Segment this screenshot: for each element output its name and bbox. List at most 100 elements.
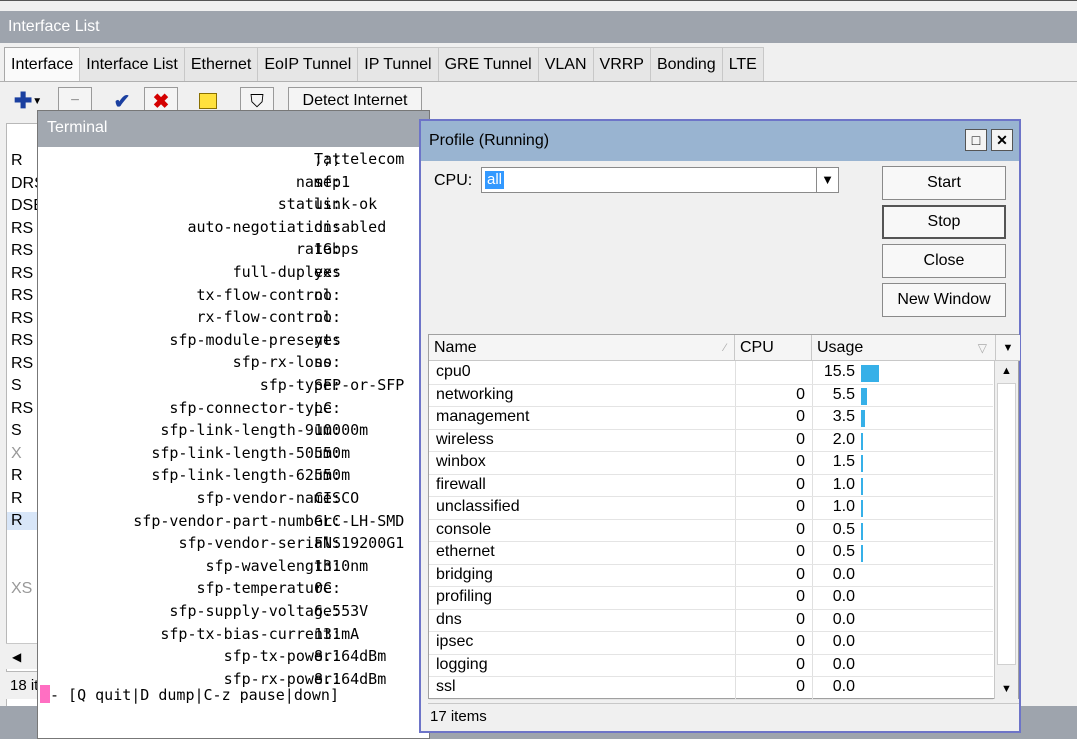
- tab-bonding[interactable]: Bonding: [649, 47, 723, 81]
- cell-cpu: 0: [796, 588, 805, 605]
- table-row[interactable]: networking 0 5.5: [429, 385, 993, 407]
- table-row[interactable]: ipsec 0 0.0: [429, 632, 993, 655]
- flag-cell: RS: [11, 265, 34, 282]
- terminal-line: sfp-type: SFP-or-SFP: [38, 374, 429, 396]
- cell-name: profiling: [436, 588, 493, 605]
- tab-interface-list[interactable]: Interface List: [79, 47, 185, 81]
- vertical-scrollbar[interactable]: ▲ ▼: [994, 361, 1018, 699]
- table-row[interactable]: winbox 0 1.5: [429, 452, 993, 475]
- cell-cpu: 0: [796, 430, 805, 448]
- terminal-line: sfp-link-length-9um: 10000m: [38, 419, 429, 441]
- terminal-line-key: sfp-link-length-62um:: [151, 466, 341, 485]
- column-menu-icon[interactable]: ▼: [996, 335, 1020, 361]
- terminal-line: sfp-connector-type: LC: [38, 397, 429, 419]
- profile-table: Name ⁄ CPU Usage ▽ ▼ cpu0 15.5 networking 0 5.…: [428, 334, 1020, 700]
- cell-cpu: 0: [796, 453, 805, 470]
- table-row[interactable]: ssl 0 0.0: [429, 677, 993, 700]
- terminal-line: sfp-vendor-name: CISCO: [38, 487, 429, 509]
- table-row[interactable]: unclassified 0 1.0: [429, 497, 993, 520]
- terminal-line-value: 6.553V: [314, 602, 369, 620]
- terminal-cursor: [40, 685, 50, 703]
- close-icon[interactable]: ✕: [991, 129, 1013, 151]
- table-row[interactable]: wireless 0 2.0: [429, 430, 993, 452]
- terminal-line-value: yes: [314, 263, 342, 281]
- interface-tabs: Interface Interface List Ethernet EoIP T…: [4, 47, 764, 82]
- tab-vlan[interactable]: VLAN: [537, 47, 594, 81]
- terminal-line: auto-negotiation: disabled: [38, 216, 429, 238]
- table-row[interactable]: management 0 3.5: [429, 407, 993, 430]
- column-name-label: Name: [434, 339, 477, 356]
- table-row[interactable]: cpu0 15.5: [429, 362, 993, 385]
- terminal-output[interactable]: ;;; Tattelecom name: sfp1 status: link-ok auto…: [38, 147, 429, 738]
- tab-vrrp[interactable]: VRRP: [592, 47, 651, 81]
- table-header: Name ⁄ CPU Usage ▽ ▼: [429, 335, 1020, 361]
- terminal-line: name: sfp1: [38, 171, 429, 193]
- column-usage-label: Usage: [817, 339, 864, 356]
- tab-gre-tunnel[interactable]: GRE Tunnel: [437, 47, 539, 81]
- cell-usage: 0.0: [832, 655, 855, 673]
- flag-cell: RS: [11, 355, 34, 372]
- profile-window: Profile (Running) □ ✕ CPU: all ▼ Start S…: [419, 119, 1021, 733]
- cell-cpu: 0: [796, 543, 805, 560]
- terminal-line: sfp-vendor-part-number: GLC-LH-SMD: [38, 510, 429, 532]
- cpu-select[interactable]: all ▼: [481, 167, 839, 193]
- new-window-button[interactable]: New Window: [882, 283, 1006, 317]
- terminal-window[interactable]: Terminal ;;; Tattelecom name: sfp1 status: li…: [37, 110, 430, 739]
- table-row[interactable]: console 0 0.5: [429, 520, 993, 542]
- terminal-line-value: SFP-or-SFP: [314, 376, 405, 394]
- start-button[interactable]: Start: [882, 166, 1006, 200]
- terminal-line-value: 0C: [314, 579, 333, 598]
- terminal-line-value: CISCO: [314, 489, 360, 507]
- tab-ip-tunnel[interactable]: IP Tunnel: [357, 47, 439, 81]
- terminal-line: sfp-rx-loss: no: [38, 351, 429, 373]
- column-header-cpu[interactable]: CPU: [735, 335, 812, 361]
- dropdown-arrow-icon[interactable]: ▼: [816, 168, 838, 192]
- flag-cell: R: [11, 152, 23, 169]
- scroll-up-icon[interactable]: ▲: [995, 361, 1018, 381]
- flag-cell: R: [11, 490, 23, 507]
- stop-button[interactable]: Stop: [882, 205, 1006, 239]
- terminal-line-value: 10000m: [314, 421, 369, 440]
- horizontal-scrollbar[interactable]: ◀: [6, 643, 40, 669]
- cell-usage: 0.5: [832, 520, 855, 538]
- usage-bar: [861, 365, 879, 382]
- cell-cpu: 0: [796, 498, 805, 515]
- tab-interface[interactable]: Interface: [4, 47, 81, 82]
- scroll-down-icon[interactable]: ▼: [995, 679, 1018, 699]
- flag-cell: X: [11, 445, 22, 462]
- cell-usage: 0.0: [832, 678, 855, 695]
- table-row[interactable]: logging 0 0.0: [429, 655, 993, 677]
- terminal-line: ;;; Tattelecom: [38, 148, 429, 170]
- cell-cpu: 0: [796, 610, 805, 628]
- cell-name: management: [436, 408, 530, 425]
- cpu-label: CPU:: [434, 172, 473, 189]
- cell-usage: 1.0: [832, 498, 855, 515]
- scrollbar-thumb[interactable]: [997, 383, 1016, 665]
- table-row[interactable]: dns 0 0.0: [429, 610, 993, 632]
- cell-name: logging: [436, 655, 488, 673]
- table-row[interactable]: bridging 0 0.0: [429, 565, 993, 587]
- terminal-line: rx-flow-control: no: [38, 306, 429, 328]
- column-header-name[interactable]: Name ⁄: [429, 335, 735, 361]
- table-row[interactable]: firewall 0 1.0: [429, 475, 993, 497]
- close-button[interactable]: Close: [882, 244, 1006, 278]
- cell-cpu: 0: [796, 565, 805, 583]
- terminal-line-value: no: [314, 353, 333, 372]
- sort-divider-icon: ⁄: [724, 342, 726, 354]
- cell-usage: 15.5: [823, 363, 855, 380]
- cell-cpu: 0: [796, 408, 805, 425]
- table-row[interactable]: profiling 0 0.0: [429, 587, 993, 610]
- flag-cell: XS: [11, 580, 33, 597]
- tab-ethernet[interactable]: Ethernet: [183, 47, 259, 81]
- column-header-usage[interactable]: Usage ▽: [812, 335, 996, 361]
- maximize-icon[interactable]: □: [965, 129, 987, 151]
- tab-eoip-tunnel[interactable]: EoIP Tunnel: [257, 47, 359, 81]
- flag-cell: S: [11, 377, 22, 394]
- cell-usage: 2.0: [832, 430, 855, 448]
- usage-bar: [861, 545, 863, 562]
- tab-lte[interactable]: LTE: [721, 47, 764, 81]
- cell-name: firewall: [436, 475, 486, 493]
- table-row[interactable]: ethernet 0 0.5: [429, 542, 993, 565]
- terminal-line-value: 550m: [314, 443, 351, 462]
- cpu-select-value: all: [485, 171, 505, 189]
